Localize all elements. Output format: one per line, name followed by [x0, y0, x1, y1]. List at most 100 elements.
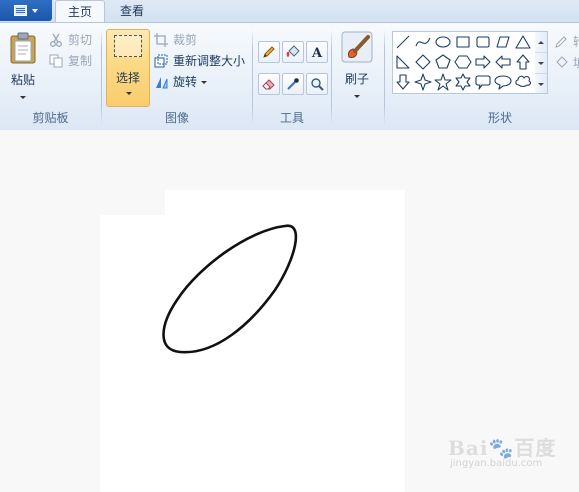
select-button[interactable]: 选择: [106, 29, 150, 107]
copy-button[interactable]: 复制: [48, 52, 92, 70]
document-menu-icon: [14, 5, 27, 16]
chevron-down-icon: [20, 96, 26, 99]
brushes-label: 刷子: [344, 72, 369, 86]
scroll-down-button[interactable]: [535, 53, 547, 74]
color-picker-tool[interactable]: [282, 73, 304, 95]
shape-rounded-rectangle-outline: [476, 36, 490, 48]
watermark-logo: Bai🐾百度: [448, 436, 557, 460]
shape-oval-outline: [435, 36, 451, 48]
brush-icon: [341, 31, 373, 63]
selection-icon: [114, 35, 142, 57]
fill-bucket-icon: [285, 44, 301, 60]
shape-up-arrow-outline: [516, 54, 530, 70]
outline-button[interactable]: 轮: [553, 33, 579, 51]
resize-label: 重新调整大小: [173, 54, 246, 68]
shape-diamond-icon[interactable]: [415, 54, 431, 70]
shape-pentagon-icon[interactable]: [435, 54, 451, 69]
clipboard-icon: [8, 31, 38, 65]
chevron-down-icon: [32, 8, 38, 13]
crop-icon: [153, 32, 169, 48]
text-icon: A: [309, 44, 325, 60]
shape-fill-label: 填: [573, 54, 579, 72]
shape-down-arrow-icon[interactable]: [396, 74, 410, 90]
svg-text:A: A: [311, 46, 323, 59]
shape-line-icon[interactable]: [396, 35, 410, 49]
paste-label: 粘贴: [10, 73, 35, 87]
shape-hexagon-icon[interactable]: [454, 55, 472, 69]
shape-left-arrow-icon[interactable]: [495, 55, 511, 69]
resize-button[interactable]: 重新调整大小: [153, 52, 245, 70]
image-group-label: 图像: [164, 111, 189, 125]
paint-menu-button[interactable]: [0, 0, 52, 21]
chevron-down-icon: [201, 80, 208, 84]
canvas-region: [160, 420, 405, 492]
clipboard-group-label: 剪贴板: [32, 111, 69, 125]
rotate-icon: [153, 74, 169, 90]
tools-group-label: 工具: [279, 111, 304, 125]
cut-button[interactable]: 剪切: [48, 31, 92, 49]
chevron-down-icon: [126, 92, 132, 95]
shape-rectangle-icon[interactable]: [456, 36, 470, 48]
ribbon-tab-strip: 主页 查看: [0, 0, 579, 23]
copy-label: 复制: [68, 54, 93, 68]
shapes-gallery: [392, 31, 537, 94]
paste-button[interactable]: 粘贴: [4, 29, 42, 105]
chevron-down-icon: [538, 61, 544, 65]
shape-right-triangle-icon[interactable]: [396, 55, 410, 69]
shape-triangle-icon[interactable]: [515, 35, 531, 49]
outline-pencil-icon: [553, 34, 569, 50]
shape-five-point-star-outline: [434, 73, 452, 91]
resize-icon: [153, 53, 169, 69]
expand-icon: [538, 82, 544, 86]
shape-rounded-callout-icon[interactable]: [475, 75, 491, 90]
shape-four-point-star-outline: [414, 73, 432, 91]
shape-cloud-callout-icon[interactable]: [515, 75, 532, 88]
crop-label: 裁剪: [173, 33, 198, 47]
copy-icon: [48, 53, 64, 69]
shape-up-arrow-icon[interactable]: [516, 54, 530, 70]
eyedropper-icon: [285, 76, 301, 92]
watermark-url: jingyan.baidu.com: [450, 458, 543, 469]
clipboard-group: 粘贴 剪切 复制 剪贴板: [0, 23, 101, 129]
shape-curve-icon[interactable]: [415, 37, 431, 47]
rotate-button[interactable]: 旋转: [153, 73, 208, 91]
shape-oval-callout-icon[interactable]: [494, 75, 512, 90]
pencil-icon: [261, 44, 277, 60]
shape-fill-button[interactable]: 填: [553, 54, 579, 72]
shape-left-arrow-outline: [495, 55, 511, 69]
scroll-up-button[interactable]: [535, 32, 547, 53]
shape-hexagon-outline: [454, 55, 472, 69]
shape-triangle-outline: [515, 35, 531, 49]
fill-tool[interactable]: [282, 41, 304, 63]
shape-rounded-rectangle-icon[interactable]: [476, 36, 490, 48]
outline-label: 轮: [573, 33, 579, 51]
chevron-up-icon: [538, 40, 544, 44]
cut-label: 剪切: [68, 33, 93, 47]
shapes-gallery-scrollbar[interactable]: [535, 31, 548, 94]
shape-polygon-icon[interactable]: [496, 36, 510, 48]
tab-home[interactable]: 主页: [55, 0, 105, 23]
shape-down-arrow-outline: [396, 74, 410, 90]
shape-oval-icon[interactable]: [435, 36, 451, 48]
ribbon: 粘贴 剪切 复制 剪贴板 图像 选择 裁剪 重新调整大小 旋转 工具 A 刷子 …: [0, 22, 579, 131]
shape-right-arrow-outline: [475, 55, 491, 69]
chevron-down-icon: [354, 95, 360, 98]
eraser-tool[interactable]: [258, 73, 280, 95]
eraser-icon: [261, 76, 277, 92]
shape-six-point-star-icon[interactable]: [455, 73, 471, 91]
text-tool[interactable]: A: [306, 41, 328, 63]
shape-right-arrow-icon[interactable]: [475, 55, 491, 69]
baidu-watermark: Bai🐾百度 jingyan.baidu.com: [448, 432, 574, 472]
shape-four-point-star-icon[interactable]: [414, 73, 432, 91]
magnifier-tool[interactable]: [306, 73, 328, 95]
shape-cloud-callout-outline: [515, 75, 532, 88]
shape-right-triangle-outline: [396, 55, 410, 69]
gallery-expand-button[interactable]: [535, 74, 547, 94]
tab-view[interactable]: 查看: [108, 0, 156, 22]
scissors-icon: [48, 32, 64, 48]
shape-pentagon-outline: [435, 54, 451, 69]
pencil-tool[interactable]: [258, 41, 280, 63]
brushes-button[interactable]: 刷子: [337, 29, 377, 105]
shape-five-point-star-icon[interactable]: [434, 73, 452, 91]
crop-button[interactable]: 裁剪: [153, 31, 197, 49]
